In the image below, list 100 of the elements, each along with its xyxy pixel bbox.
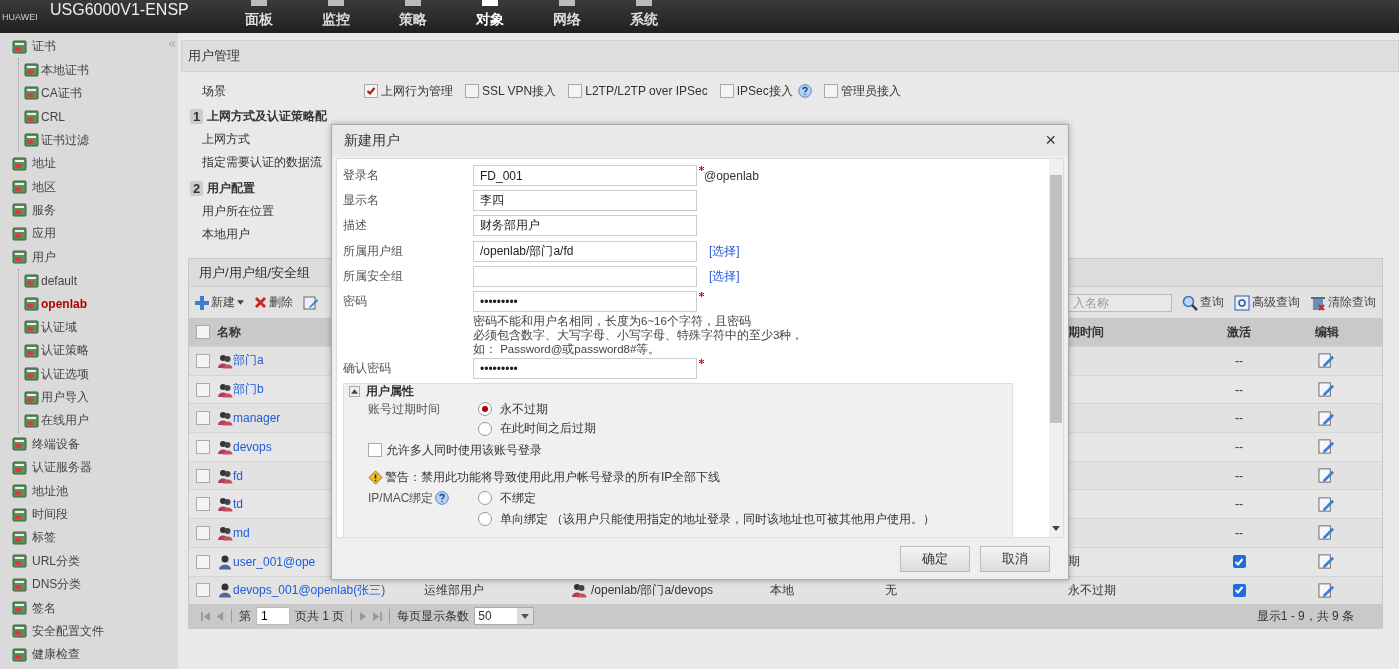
input-field[interactable]: •••••••••	[473, 291, 697, 313]
page-field[interactable]: 1	[256, 607, 290, 626]
nav-tab[interactable]: 策略	[374, 0, 451, 29]
name-link[interactable]: fd	[217, 467, 243, 484]
tree-item[interactable]: 认证策略	[41, 342, 89, 360]
checkbox[interactable]	[196, 497, 210, 512]
tree-item[interactable]: 健康检查	[32, 646, 80, 664]
first-page-icon[interactable]	[201, 611, 210, 621]
checkbox[interactable]	[196, 325, 210, 339]
tree-item[interactable]: 安全配置文件	[32, 622, 104, 640]
tree-item[interactable]: 签名	[32, 599, 56, 617]
tree-item[interactable]: CA证书	[41, 84, 82, 102]
nav-tab[interactable]: 监控	[297, 0, 374, 29]
collapse-toggle[interactable]	[349, 386, 360, 398]
next-page-icon[interactable]	[359, 611, 369, 621]
checkbox[interactable]	[1232, 555, 1246, 569]
page-size-dropdown[interactable]: 50	[474, 607, 535, 626]
name-link[interactable]: 部门b	[217, 381, 264, 399]
tree-item[interactable]: 地区	[32, 178, 56, 196]
advanced-query-button[interactable]: 高级查询	[1234, 294, 1300, 311]
checkbox[interactable]	[196, 525, 210, 540]
nav-tab[interactable]: 系统	[605, 0, 682, 29]
ok-button[interactable]: 确定	[900, 545, 970, 572]
edit-icon[interactable]	[1318, 352, 1335, 370]
name-link[interactable]: manager	[217, 410, 281, 427]
radio-button[interactable]	[478, 512, 492, 527]
radio-button[interactable]	[478, 402, 492, 417]
nav-tab[interactable]: 面板	[220, 0, 297, 29]
tree-item[interactable]: 时间段	[32, 506, 68, 523]
name-link[interactable]: 部门a	[217, 352, 264, 370]
tree-item[interactable]: 终端设备	[32, 435, 80, 453]
checkbox[interactable]	[719, 84, 734, 98]
input-field[interactable]: •••••••••	[473, 358, 697, 380]
tree-item[interactable]: 本地证书	[41, 61, 89, 79]
input-field[interactable]: FD_001	[473, 165, 697, 187]
checkbox[interactable]	[823, 84, 838, 98]
tree-item[interactable]: 地址池	[32, 482, 68, 500]
scrollbar[interactable]	[1049, 159, 1063, 537]
tree-item[interactable]: 标签	[32, 529, 56, 547]
cancel-button[interactable]: 取消	[980, 545, 1050, 572]
tree-item[interactable]: 证书过滤	[41, 131, 89, 149]
radio-button[interactable]	[478, 491, 492, 506]
help-icon[interactable]	[797, 84, 812, 98]
tree-item[interactable]: 地址	[32, 155, 56, 173]
name-link[interactable]: user_001@ope	[217, 553, 316, 570]
tree-item[interactable]: 服务	[32, 201, 56, 219]
checkbox[interactable]	[465, 84, 479, 98]
tree-item[interactable]: openlab	[41, 297, 87, 311]
name-link[interactable]: devops	[217, 438, 272, 455]
scroll-down-icon[interactable]	[1052, 526, 1060, 531]
tree-item[interactable]: 应用	[32, 225, 56, 243]
checkbox[interactable]	[196, 583, 210, 598]
checkbox[interactable]	[196, 353, 210, 368]
checkbox[interactable]	[364, 84, 378, 98]
checkbox[interactable]	[196, 554, 210, 569]
search-field[interactable]: 入名称	[1068, 293, 1172, 312]
edit-icon[interactable]	[303, 294, 319, 311]
select-link[interactable]: [选择]	[709, 242, 740, 260]
tree-item[interactable]: 认证服务器	[32, 459, 92, 477]
input-field[interactable]: 财务部用户	[473, 215, 697, 237]
checkbox[interactable]	[568, 84, 583, 98]
select-link[interactable]: [选择]	[709, 267, 740, 285]
input-field[interactable]: /openlab/部门a/fd	[473, 240, 697, 262]
tree-item[interactable]: default	[41, 273, 78, 288]
edit-icon[interactable]	[1318, 438, 1335, 456]
tree-item[interactable]: 用户	[32, 248, 56, 266]
tree-item[interactable]: CRL	[41, 109, 65, 124]
clear-query-button[interactable]: 清除查询	[1310, 294, 1376, 311]
tree-item[interactable]: DNS分类	[32, 576, 82, 594]
checkbox[interactable]	[196, 382, 210, 397]
close-button[interactable]: ×	[1045, 130, 1056, 151]
checkbox[interactable]	[1232, 583, 1246, 597]
edit-icon[interactable]	[1318, 467, 1335, 485]
edit-icon[interactable]	[1318, 409, 1335, 427]
checkbox[interactable]	[368, 443, 382, 458]
tree-item[interactable]: 用户导入	[41, 389, 89, 407]
name-link[interactable]: td	[217, 496, 243, 513]
tree-item[interactable]: 证书	[32, 38, 56, 56]
tree-item[interactable]: 认证域	[41, 318, 77, 336]
delete-button[interactable]: 删除	[254, 294, 293, 311]
input-field[interactable]: 李四	[473, 190, 697, 212]
input-field[interactable]	[473, 265, 697, 287]
nav-tab[interactable]: 对象	[451, 0, 528, 29]
previous-page-icon[interactable]	[215, 611, 224, 621]
name-link[interactable]: devops_001@openlab(张三)	[217, 581, 386, 599]
edit-icon[interactable]	[1318, 524, 1335, 542]
tree-item[interactable]: URL分类	[32, 552, 80, 570]
tree-item[interactable]: 认证选项	[41, 365, 89, 383]
query-button[interactable]: 查询	[1182, 294, 1224, 311]
edit-icon[interactable]	[1318, 553, 1335, 571]
checkbox[interactable]	[196, 411, 210, 426]
help-icon[interactable]	[435, 491, 450, 506]
name-link[interactable]: md	[217, 524, 250, 541]
last-page-icon[interactable]	[373, 611, 383, 621]
new-button[interactable]: 新建	[195, 294, 244, 311]
tree-item[interactable]: 在线用户	[41, 412, 89, 430]
nav-tab[interactable]: 网络	[528, 0, 605, 29]
edit-icon[interactable]	[1318, 381, 1335, 399]
radio-button[interactable]	[478, 421, 492, 436]
checkbox[interactable]	[196, 468, 210, 483]
